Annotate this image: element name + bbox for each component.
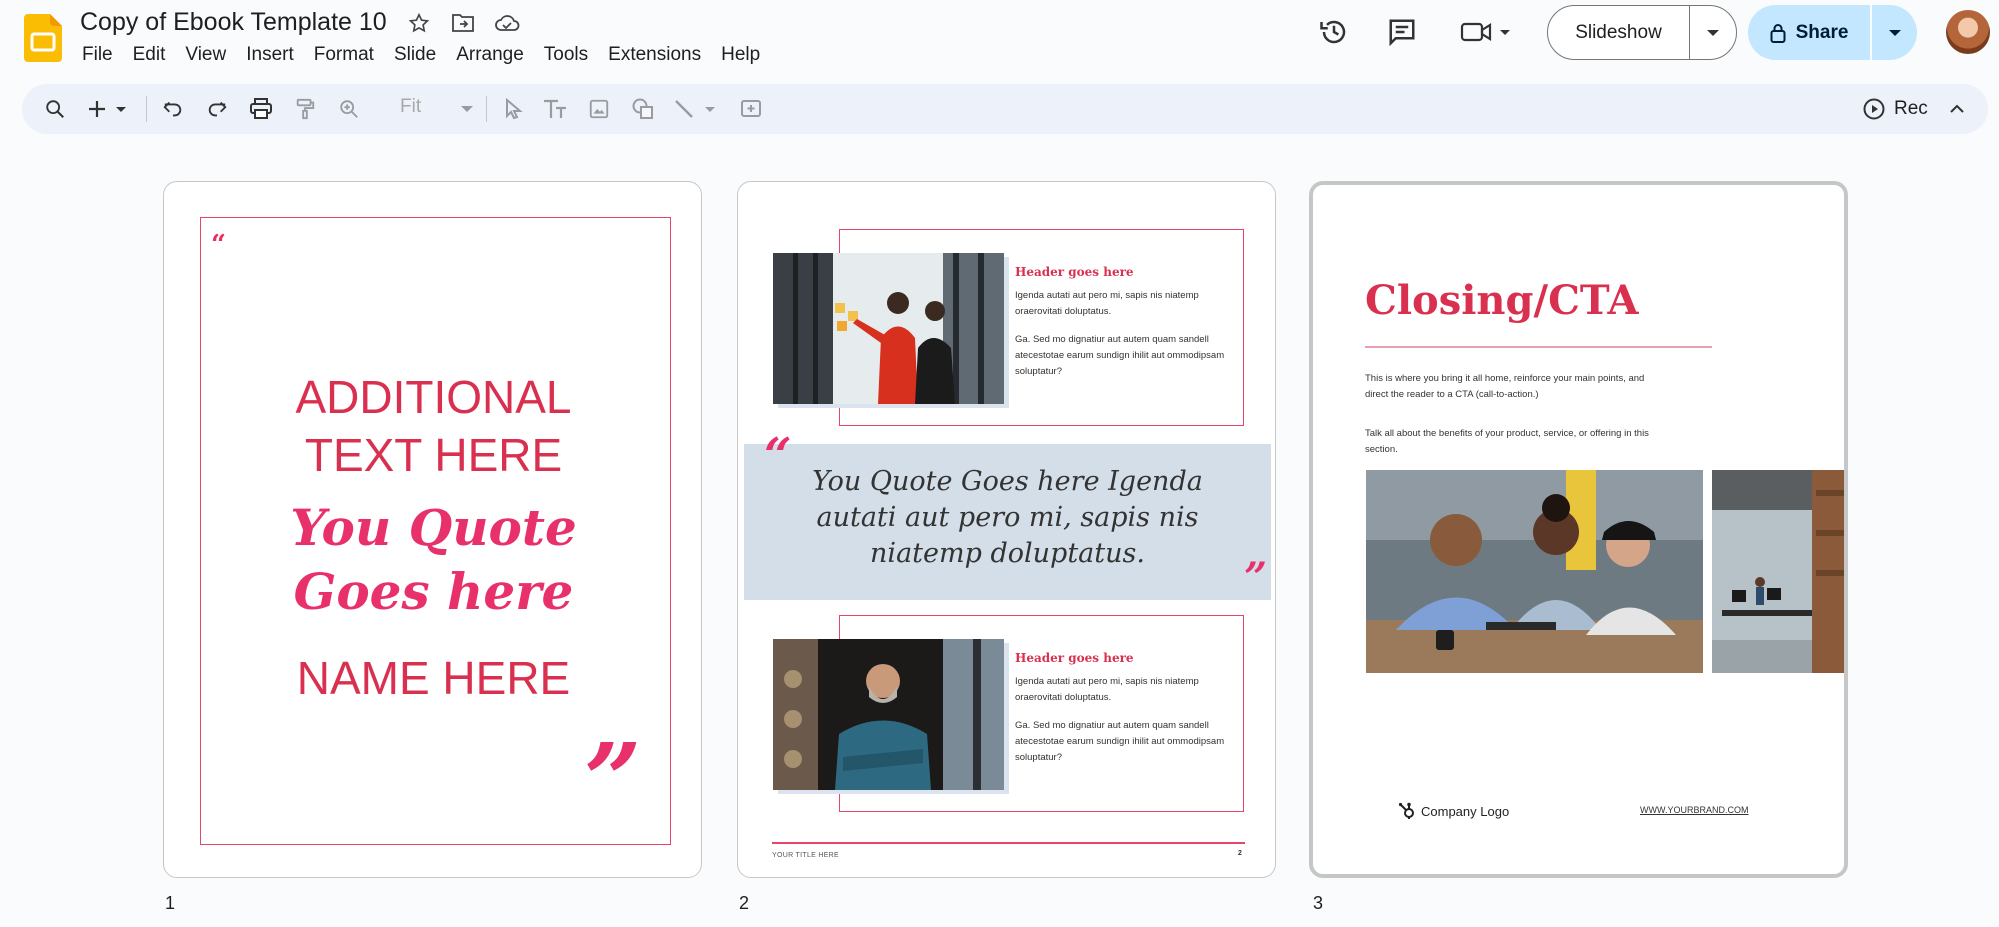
office-space-photo (1712, 470, 1844, 673)
menu-tools[interactable]: Tools (534, 42, 598, 68)
slide-number-3: 3 (1313, 893, 1324, 913)
slide-thumbnail-3[interactable]: Closing/CTA This is where you bring it a… (1309, 181, 1848, 878)
card-paragraph: Igenda autati aut pero mi, sapis nis nia… (1015, 290, 1199, 317)
card-2-text: Header goes here Igenda autati aut pero … (1015, 651, 1225, 778)
record-icon (1863, 98, 1885, 120)
new-slide-icon[interactable] (86, 94, 134, 124)
office-photo-1 (773, 253, 1004, 404)
slides-logo-icon[interactable] (24, 14, 62, 62)
quote-open-mark: “ (211, 230, 226, 260)
shape-icon[interactable] (628, 94, 658, 124)
menu-insert[interactable]: Insert (236, 42, 304, 68)
toolbar-divider (146, 96, 147, 122)
menu-extensions[interactable]: Extensions (598, 42, 711, 68)
zoom-dropdown-icon[interactable] (452, 94, 482, 124)
document-title[interactable]: Copy of Ebook Template 10 (80, 8, 387, 37)
account-avatar[interactable] (1946, 10, 1990, 54)
company-logo-text: Company Logo (1421, 803, 1510, 819)
card-1-text: Header goes here Igenda autati aut pero … (1015, 265, 1225, 392)
redo-icon[interactable] (202, 94, 232, 124)
company-logo: Company Logo (1398, 802, 1509, 820)
comment-add-icon[interactable] (736, 94, 766, 124)
footer-title: YOUR TITLE HERE (772, 852, 839, 859)
slideshow-button: Slideshow (1547, 5, 1737, 60)
title-actions (406, 10, 520, 36)
lock-icon (1770, 23, 1786, 43)
quote-close-mark: ” (584, 721, 642, 839)
share-dropdown-icon[interactable] (1872, 5, 1917, 60)
toolbar: Fit Rec (22, 84, 1988, 134)
card-header: Header goes here (1015, 265, 1134, 279)
team-meeting-photo (1366, 470, 1703, 673)
toolbar-divider (486, 96, 487, 122)
slides-app: Copy of Ebook Template 10 File Edit View… (0, 0, 1999, 927)
portrait-photo (773, 639, 1004, 790)
cloud-saved-icon[interactable] (494, 10, 520, 36)
menu-help[interactable]: Help (711, 42, 770, 68)
zoom-icon[interactable] (334, 94, 364, 124)
comments-icon[interactable] (1384, 14, 1420, 50)
hubspot-sprocket-icon (1398, 802, 1414, 819)
name-text: NAME HERE (296, 652, 571, 704)
select-cursor-icon[interactable] (498, 94, 528, 124)
title-divider (1365, 346, 1712, 348)
closing-paragraph: Talk all about the benefits of your prod… (1365, 428, 1649, 455)
footer-divider (772, 842, 1245, 844)
card-paragraph: Ga. Sed mo dignatiur aut autem quam sand… (1015, 720, 1225, 763)
share-button: Share (1748, 5, 1917, 60)
undo-icon[interactable] (158, 94, 188, 124)
share-main-button[interactable]: Share (1748, 5, 1872, 60)
menu-view[interactable]: View (175, 42, 236, 68)
insert-image-icon[interactable] (584, 94, 614, 124)
share-label: Share (1795, 21, 1849, 43)
text-box-icon[interactable] (540, 94, 570, 124)
card-paragraph: Igenda autati aut pero mi, sapis nis nia… (1015, 676, 1199, 703)
quote-text: You Quote Goes here (290, 498, 577, 621)
card-header: Header goes here (1015, 651, 1134, 665)
meet-video-icon[interactable] (1458, 14, 1514, 50)
quote-close-mark: ” (1244, 554, 1268, 601)
star-icon[interactable] (406, 10, 432, 36)
footer-page-number: 2 (1238, 850, 1242, 857)
paint-format-icon[interactable] (290, 94, 320, 124)
menu-bar: File Edit View Insert Format Slide Arran… (72, 42, 770, 68)
card-paragraph: Ga. Sed mo dignatiur aut autem quam sand… (1015, 334, 1225, 377)
quote-band: “ You Quote Goes here Igenda autati aut … (744, 428, 1271, 601)
additional-text: ADDITIONAL TEXT HERE (295, 371, 572, 481)
closing-paragraph: This is where you bring it all home, rei… (1365, 373, 1645, 400)
menu-file[interactable]: File (72, 42, 123, 68)
search-menus-icon[interactable] (40, 94, 70, 124)
brand-url: WWW.YOURBRAND.COM (1640, 805, 1749, 815)
slideshow-start-button[interactable]: Slideshow (1548, 6, 1690, 59)
slide-thumbnail-2[interactable]: Header goes here Igenda autati aut pero … (737, 181, 1276, 878)
slide-number-2: 2 (739, 893, 750, 913)
move-folder-icon[interactable] (450, 10, 476, 36)
menu-format[interactable]: Format (304, 42, 384, 68)
zoom-select[interactable]: Fit (400, 96, 421, 118)
line-icon[interactable] (672, 94, 722, 124)
slideshow-dropdown-icon[interactable] (1690, 6, 1736, 59)
closing-title: Closing/CTA (1365, 277, 1639, 324)
print-icon[interactable] (246, 94, 276, 124)
record-button[interactable]: Rec (1862, 94, 1928, 124)
record-label: Rec (1894, 98, 1928, 119)
quote-text: You Quote Goes here Igenda autati aut pe… (812, 466, 1203, 569)
slide-thumbnail-1[interactable]: “ ADDITIONAL TEXT HERE You Quote Goes he… (163, 181, 702, 878)
menu-arrange[interactable]: Arrange (446, 42, 534, 68)
slide-number-1: 1 (165, 893, 176, 913)
menu-edit[interactable]: Edit (123, 42, 176, 68)
collapse-toolbar-icon[interactable] (1942, 94, 1972, 124)
version-history-icon[interactable] (1316, 14, 1352, 50)
menu-slide[interactable]: Slide (384, 42, 446, 68)
